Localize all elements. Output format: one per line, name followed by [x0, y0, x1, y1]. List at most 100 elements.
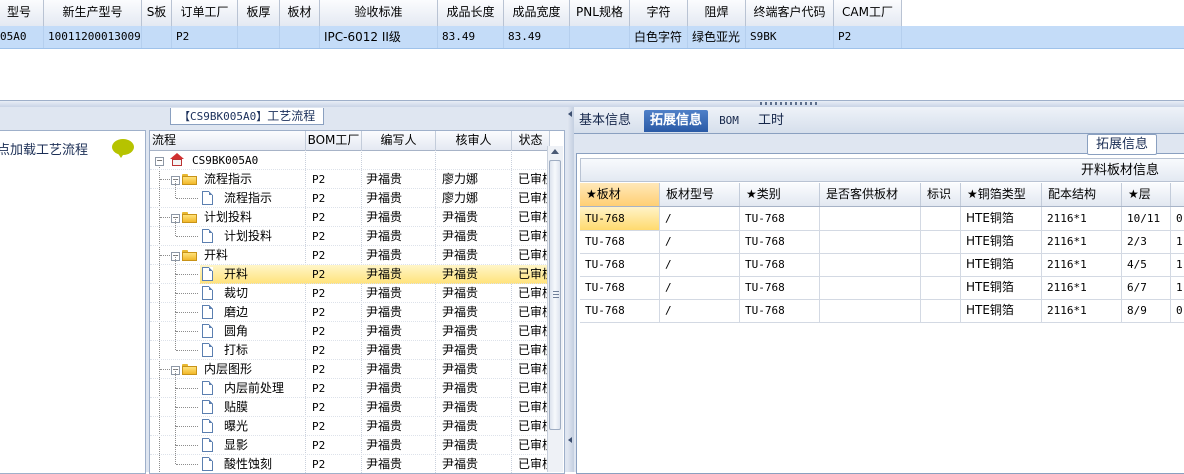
material-column-header[interactable]: 是否客供板材 [820, 183, 921, 206]
tab-basic-info[interactable]: 基本信息 [578, 110, 632, 132]
tree-column-header[interactable]: 流程 [150, 131, 306, 150]
tree-step-name[interactable]: 打标 [224, 341, 248, 360]
collapse-left-arrow-icon[interactable] [568, 437, 572, 443]
material-column-header[interactable]: ★类别 [740, 183, 820, 206]
tree-column-header[interactable]: BOM工厂 [306, 131, 362, 150]
order-grid-column-header[interactable]: 新生产型号 [44, 0, 142, 26]
material-cell[interactable]: 2116*1 [1042, 207, 1122, 230]
material-cell[interactable]: TU-768 [580, 299, 660, 322]
material-cell[interactable] [820, 253, 921, 276]
order-grid-cell[interactable] [280, 26, 320, 48]
tree-row[interactable]: 内层前处理 P2 尹福贵 尹福贵 已审核 [150, 369, 554, 398]
tree-step-name[interactable]: 贴膜 [224, 398, 248, 417]
tree-row[interactable]: 流程指示 P2 尹福贵 廖力娜 已审核 [150, 179, 554, 208]
material-cell[interactable] [820, 207, 921, 230]
material-cell[interactable]: HTE铜箔 [961, 299, 1042, 322]
material-column-header[interactable]: 标识 [921, 183, 961, 206]
material-cell[interactable]: 4/5 [1122, 253, 1171, 276]
material-row[interactable]: TU-768/TU-768 HTE铜箔 2116*1 4/5 1 [580, 253, 1184, 277]
order-grid-cell[interactable]: 10011200013009 [44, 26, 142, 48]
order-grid-cell[interactable]: S9BK [746, 26, 834, 48]
material-cell[interactable] [820, 230, 921, 253]
order-grid-column-header[interactable]: CAM工厂 [834, 0, 902, 26]
material-cell[interactable]: 0. [1171, 207, 1184, 230]
tree-step-name[interactable]: 计划投料 [204, 208, 252, 227]
scroll-up-arrow-icon[interactable] [551, 149, 559, 154]
material-cell[interactable]: 1 [1171, 230, 1184, 253]
material-cell[interactable]: 10/11 [1122, 207, 1171, 230]
tree-step-name[interactable]: 开料 [204, 246, 228, 265]
tree-step-name[interactable]: 内层前处理 [224, 379, 284, 398]
tree-step-name[interactable]: 裁切 [224, 284, 248, 303]
tab-work-hours[interactable]: 工时 [756, 110, 786, 132]
material-column-header[interactable] [1171, 183, 1184, 206]
order-grid-column-header[interactable]: PNL规格 [570, 0, 630, 26]
material-column-header[interactable]: 板材型号 [660, 183, 740, 206]
order-grid-cell[interactable]: IPC-6012 II级 [320, 26, 438, 48]
material-cell[interactable]: 2/3 [1122, 230, 1171, 253]
order-grid-column-header[interactable]: 成品宽度 [504, 0, 570, 26]
tree-step-name[interactable]: 磨边 [224, 303, 248, 322]
tree-row[interactable]: 显影 P2 尹福贵 尹福贵 已审核 [150, 426, 554, 455]
order-grid-cell[interactable] [142, 26, 172, 48]
material-cell[interactable]: 0. [1171, 299, 1184, 322]
material-cell[interactable]: TU-768 [740, 230, 820, 253]
material-cell[interactable] [820, 276, 921, 299]
tree-step-name[interactable]: 计划投料 [224, 227, 272, 246]
material-row[interactable]: TU-768/TU-768 HTE铜箔 2116*1 2/3 1 [580, 230, 1184, 254]
order-grid-column-header[interactable]: 板材 [280, 0, 320, 26]
material-cell[interactable]: / [660, 230, 740, 253]
tree-row[interactable]: 圆角 P2 尹福贵 尹福贵 已审核 [150, 312, 554, 341]
material-cell[interactable]: 1 [1171, 276, 1184, 299]
tree-step-name[interactable]: 酸性蚀刻 [224, 455, 272, 473]
tree-step-name[interactable]: 流程指示 [204, 170, 252, 189]
material-cell[interactable]: 6/7 [1122, 276, 1171, 299]
material-row[interactable]: TU-768/TU-768 HTE铜箔2116*18/90. [580, 299, 1184, 323]
tree-row[interactable]: − 计划投料 P2 尹福贵 尹福贵 已审核 [150, 208, 554, 227]
collapse-left-arrow-icon[interactable] [568, 111, 572, 117]
material-cell[interactable]: 2116*1 [1042, 276, 1122, 299]
tree-row[interactable]: 磨边 P2 尹福贵 尹福贵 已审核 [150, 293, 554, 322]
material-cell[interactable]: HTE铜箔 [961, 207, 1042, 230]
tree-step-name[interactable]: 显影 [224, 436, 248, 455]
material-column-header[interactable]: ★层 [1122, 183, 1171, 206]
material-cell[interactable] [921, 253, 961, 276]
material-cell[interactable]: TU-768 [740, 207, 820, 230]
material-column-header[interactable]: ★铜箔类型 [961, 183, 1042, 206]
tree-step-name[interactable]: CS9BK005A0 [192, 151, 258, 170]
order-grid-cell[interactable]: 83.49 [504, 26, 570, 48]
order-grid-cell[interactable]: 05A0 [0, 26, 44, 48]
tree-column-header[interactable]: 编写人 [362, 131, 436, 150]
material-cell[interactable]: HTE铜箔 [961, 276, 1042, 299]
order-grid-cell[interactable] [570, 26, 630, 48]
tree-step-name[interactable]: 流程指示 [224, 189, 272, 208]
material-cell[interactable]: / [660, 276, 740, 299]
material-cell[interactable]: TU-768 [580, 230, 660, 253]
tab-extended-info[interactable]: 拓展信息 [644, 110, 708, 132]
order-grid-selected-row[interactable]: 05A0 10011200013009 P2 IPC-6012 II级 83.49 83.… [0, 26, 1184, 49]
material-cell[interactable]: TU-768 [580, 253, 660, 276]
tree-row[interactable]: 打标 P2 尹福贵 尹福贵 已审核 [150, 331, 554, 360]
material-cell[interactable]: TU-768 [740, 276, 820, 299]
material-cell[interactable]: / [660, 253, 740, 276]
order-grid-column-header[interactable]: 阻焊 [688, 0, 746, 26]
tree-column-header[interactable]: 状态 [512, 131, 550, 150]
scrollbar-thumb[interactable] [549, 160, 561, 430]
material-cell[interactable] [921, 276, 961, 299]
tree-row[interactable]: 曝光 P2 尹福贵 尹福贵 已审核 [150, 407, 554, 436]
tree-step-name[interactable]: 圆角 [224, 322, 248, 341]
tree-step-name[interactable]: 内层图形 [204, 360, 252, 379]
tree-row[interactable]: − 流程指示 P2 尹福贵 廖力娜 已审核 [150, 170, 554, 189]
order-grid-cell[interactable]: 83.49 [438, 26, 504, 48]
order-grid-column-header[interactable]: 字符 [630, 0, 688, 26]
material-column-header[interactable]: ★板材 [580, 183, 660, 206]
material-cell[interactable] [921, 207, 961, 230]
tree-row[interactable]: 酸性蚀刻 P2 尹福贵 尹福贵 已审核 [150, 445, 554, 473]
material-cell[interactable]: TU-768 [580, 276, 660, 299]
material-cell[interactable] [921, 299, 961, 322]
tree-step-name[interactable]: 曝光 [224, 417, 248, 436]
material-cell[interactable]: 1 [1171, 253, 1184, 276]
material-cell[interactable]: / [660, 207, 740, 230]
order-grid-column-header[interactable]: 型号 [0, 0, 44, 26]
material-cell[interactable]: TU-768 [740, 253, 820, 276]
